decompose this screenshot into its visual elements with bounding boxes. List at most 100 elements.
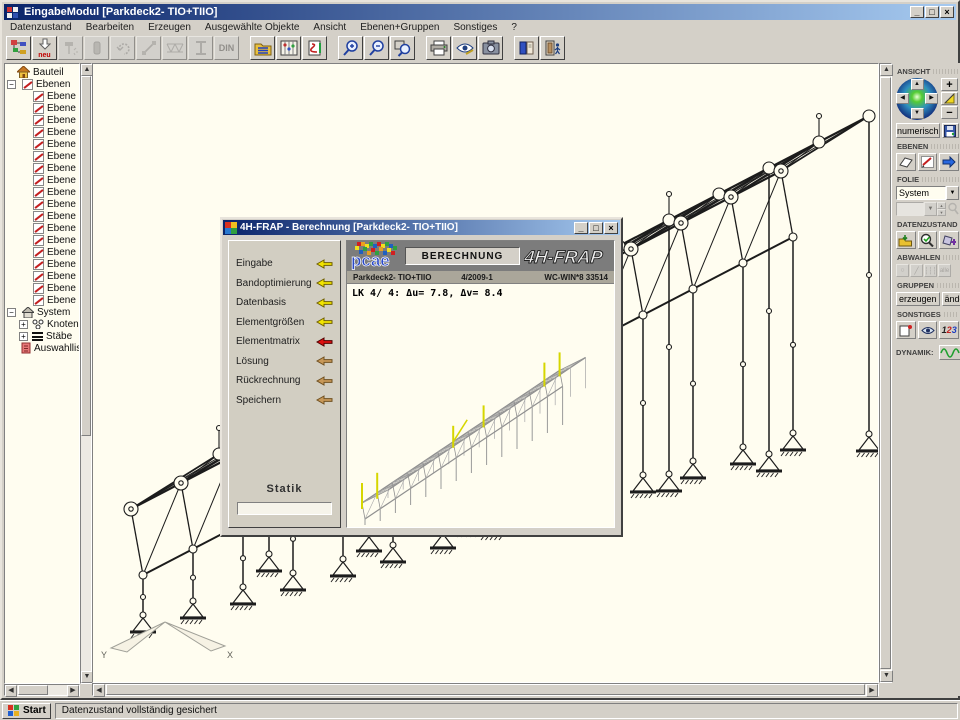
minimize-button[interactable]: _: [910, 6, 924, 18]
start-button[interactable]: Start: [2, 703, 51, 719]
tree-item-ebene[interactable]: Ebene 12: [7, 222, 79, 234]
group-create-button[interactable]: erzeugen: [896, 292, 940, 306]
scroll-thumb[interactable]: [81, 76, 91, 436]
tree-item-auswahlliste[interactable]: Auswahllist: [7, 342, 79, 354]
tree-item-ebene[interactable]: Ebene 11: [7, 210, 79, 222]
numerisch-button[interactable]: numerisch: [896, 123, 940, 138]
canvas-horizontal-scrollbar[interactable]: ◀ ▶: [92, 683, 879, 696]
zoom-out-button[interactable]: [364, 36, 389, 60]
rotate-up-icon[interactable]: ▲: [911, 79, 924, 90]
scroll-right-icon[interactable]: ▶: [67, 685, 79, 697]
tree-item-ebene[interactable]: Ebene 4: [7, 126, 79, 138]
tree-item-ebene[interactable]: Ebene 13: [7, 234, 79, 246]
scroll-right-icon[interactable]: ▶: [866, 684, 878, 697]
windows-flag-icon: [7, 705, 20, 716]
data-clear-button[interactable]: [939, 231, 959, 249]
rotate-right-icon[interactable]: ▶: [925, 93, 938, 104]
group-edit-button[interactable]: ändern: [942, 292, 960, 306]
tree-item-ebene[interactable]: Ebene 9: [7, 186, 79, 198]
exit-button[interactable]: [540, 36, 565, 60]
level-plane-button[interactable]: [896, 153, 916, 171]
tree-item-ebenen-group[interactable]: − Ebenen: [7, 78, 79, 90]
scroll-thumb[interactable]: [106, 684, 865, 695]
data-save-button[interactable]: [896, 231, 916, 249]
expand-icon[interactable]: +: [19, 320, 28, 329]
rotate-down-icon[interactable]: ▼: [911, 108, 924, 119]
manual-button[interactable]: [514, 36, 539, 60]
menu-ansicht[interactable]: Ansicht: [313, 22, 346, 33]
scroll-thumb[interactable]: [18, 685, 48, 695]
tree-item-ebene[interactable]: Ebene 7: [7, 162, 79, 174]
tree-structure-button[interactable]: [6, 36, 31, 60]
dialog-minimize-button[interactable]: _: [574, 222, 588, 234]
tree-item-staebe[interactable]: + Stäbe: [7, 330, 79, 342]
menu-help[interactable]: ?: [511, 22, 517, 33]
tree-item-ebene[interactable]: Ebene 8: [7, 174, 79, 186]
view-rotate-pad[interactable]: ▲ ▼ ◀ ▶: [896, 78, 938, 120]
dialog-titlebar[interactable]: 4H-FRAP - Berechnung [Parkdeck2- TIO+TII…: [223, 220, 620, 235]
canvas-vertical-scrollbar[interactable]: ▲ ▼: [879, 63, 892, 683]
chevron-down-icon[interactable]: ▼: [946, 186, 959, 200]
expand-icon[interactable]: +: [19, 332, 28, 341]
menu-ausgewaehlte-objekte[interactable]: Ausgewählte Objekte: [205, 22, 300, 33]
save-view-button[interactable]: [942, 123, 959, 138]
menu-erzeugen[interactable]: Erzeugen: [148, 22, 191, 33]
zoom-plus-button[interactable]: +: [941, 78, 958, 91]
menu-bearbeiten[interactable]: Bearbeiten: [86, 22, 134, 33]
collapse-icon[interactable]: −: [7, 308, 16, 317]
tree-item-bauteil[interactable]: Bauteil: [7, 66, 79, 78]
misc-view-button[interactable]: [918, 321, 938, 339]
dynamik-button[interactable]: [939, 345, 960, 360]
shade-toggle-button[interactable]: [941, 92, 958, 105]
dialog-maximize-button[interactable]: □: [589, 222, 603, 234]
misc-page-button[interactable]: [896, 321, 916, 339]
model-tree[interactable]: Bauteil − Ebenen Ebene 1: [4, 63, 80, 684]
zoom-window-button[interactable]: [390, 36, 415, 60]
tree-item-ebene[interactable]: Ebene 2: [7, 102, 79, 114]
maximize-button[interactable]: □: [925, 6, 939, 18]
data-check-button[interactable]: [918, 231, 938, 249]
dialog-close-button[interactable]: ×: [604, 222, 618, 234]
tree-item-ebene[interactable]: Ebene 3: [7, 114, 79, 126]
measure-button[interactable]: [276, 36, 301, 60]
print-button[interactable]: [426, 36, 451, 60]
menu-ebenen-gruppen[interactable]: Ebenen+Gruppen: [360, 22, 439, 33]
tree-item-ebene[interactable]: Ebene 14: [7, 246, 79, 258]
folder-levels-button[interactable]: [250, 36, 275, 60]
step-label: Speichern: [236, 395, 316, 406]
misc-numbering-button[interactable]: 123: [939, 321, 959, 339]
rotate-left-icon[interactable]: ◀: [896, 93, 909, 104]
level-next-button[interactable]: [939, 153, 959, 171]
view-options-button[interactable]: [452, 36, 477, 60]
tree-item-ebene[interactable]: Ebene 10: [7, 198, 79, 210]
tree-item-ebene[interactable]: Ebene 17: [7, 282, 79, 294]
tree-item-system[interactable]: − System: [7, 306, 79, 318]
scroll-left-icon[interactable]: ◀: [5, 685, 17, 697]
zoom-minus-button[interactable]: −: [941, 106, 958, 119]
tree-item-ebene[interactable]: Ebene 18: [7, 294, 79, 306]
scroll-up-icon[interactable]: ▲: [880, 64, 893, 76]
tree-item-ebene[interactable]: Ebene 15: [7, 258, 79, 270]
menu-datenzustand[interactable]: Datenzustand: [10, 22, 72, 33]
zoom-in-button[interactable]: [338, 36, 363, 60]
tree-item-ebene[interactable]: Ebene 16: [7, 270, 79, 282]
tree-item-knoten[interactable]: + Knoten: [7, 318, 79, 330]
scroll-down-icon[interactable]: ▼: [880, 670, 893, 682]
level-edit-button[interactable]: [918, 153, 938, 171]
zoom-window-icon: [394, 39, 412, 57]
menu-sonstiges[interactable]: Sonstiges: [453, 22, 497, 33]
section-datenzustand: DATENZUSTAND: [897, 220, 959, 229]
tree-horizontal-scrollbar[interactable]: ◀ ▶: [4, 684, 80, 696]
scroll-left-icon[interactable]: ◀: [93, 684, 105, 697]
tree-vertical-scrollbar[interactable]: ▲ ▼: [80, 63, 92, 684]
tree-item-ebene[interactable]: Ebene 5: [7, 138, 79, 150]
close-button[interactable]: ×: [940, 6, 954, 18]
tree-item-ebene[interactable]: Ebene 6: [7, 150, 79, 162]
scroll-thumb[interactable]: [880, 77, 891, 669]
load-book-button[interactable]: [302, 36, 327, 60]
folie-select[interactable]: System ▼: [896, 186, 959, 200]
collapse-icon[interactable]: −: [7, 80, 16, 89]
new-button[interactable]: neu: [32, 36, 57, 60]
tree-item-ebene[interactable]: Ebene 1: [7, 90, 79, 102]
snapshot-button[interactable]: [478, 36, 503, 60]
